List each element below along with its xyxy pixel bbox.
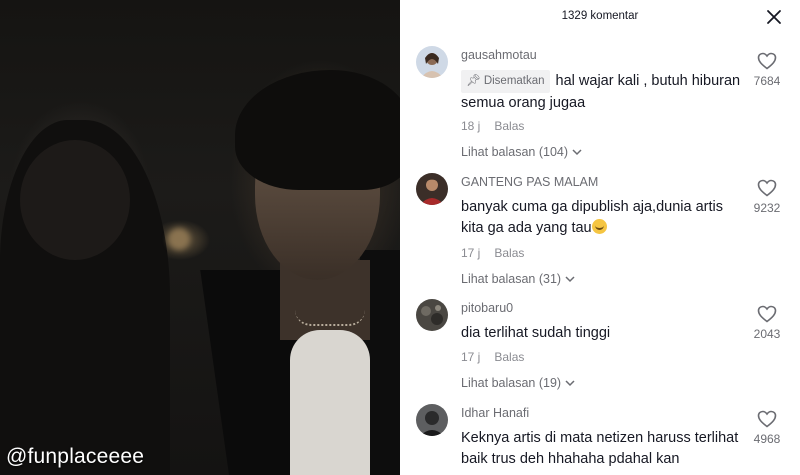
comment-text: 📌︎ Disematkan hal wajar kali , butuh hibu… <box>461 70 741 114</box>
view-replies-button[interactable]: Lihat balasan (104) <box>461 145 582 159</box>
chevron-down-icon <box>565 380 575 387</box>
comment-username[interactable]: pitobaru0 <box>461 301 513 315</box>
comment-time: 18 j <box>461 119 481 133</box>
reply-button[interactable]: Balas <box>494 246 524 260</box>
heart-icon <box>757 410 777 428</box>
view-replies-label: Lihat balasan (31) <box>461 272 562 286</box>
video-background-light <box>168 228 190 250</box>
comment-body: banyak cuma ga dipublish aja,dunia artis… <box>461 199 723 236</box>
comment-text: banyak cuma ga dipublish aja,dunia artis… <box>461 197 741 239</box>
pin-icon: 📌︎ <box>466 75 481 87</box>
like-count: 9232 <box>753 201 781 215</box>
grinning-emoji-icon <box>591 219 607 234</box>
avatar[interactable] <box>416 299 448 331</box>
comment-username[interactable]: Idhar Hanafi <box>461 406 529 420</box>
comment-meta: 17 j Balas <box>461 246 524 260</box>
view-replies-label: Lihat balasan (19) <box>461 376 562 390</box>
like-button[interactable]: 4968 <box>750 410 784 446</box>
video-watermark: @funplaceeee <box>6 445 145 468</box>
like-button[interactable]: 2043 <box>750 305 784 341</box>
video-hair <box>235 70 400 190</box>
heart-icon <box>757 179 777 197</box>
reply-button[interactable]: Balas <box>494 119 524 133</box>
video-person-left-head <box>20 140 130 260</box>
comment-body: Keknya artis di mata netizen haruss terl… <box>461 430 739 467</box>
comment-time: 17 j <box>461 246 481 260</box>
like-count: 2043 <box>753 327 781 341</box>
comments-panel: 1329 komentar gausahmotau 📌︎ Disematkan h… <box>400 0 800 475</box>
like-button[interactable]: 7684 <box>750 52 784 88</box>
comments-header: 1329 komentar <box>400 0 800 34</box>
video-necklace <box>295 310 365 326</box>
comments-count-title: 1329 komentar <box>561 10 639 22</box>
view-replies-label: Lihat balasan (104) <box>461 145 569 159</box>
chevron-down-icon <box>571 149 582 156</box>
view-replies-button[interactable]: Lihat balasan (19) <box>461 376 575 390</box>
video-shirt <box>290 330 370 475</box>
like-count: 4968 <box>753 432 781 446</box>
comment-username[interactable]: GANTENG PAS MALAM <box>461 175 598 189</box>
avatar[interactable] <box>416 46 448 78</box>
comment-time: 17 j <box>461 350 481 364</box>
avatar[interactable] <box>416 173 448 205</box>
pinned-badge: 📌︎ Disematkan <box>461 70 550 93</box>
video-frame[interactable]: @funplaceeee <box>0 0 400 475</box>
pinned-label: Disematkan <box>483 75 545 87</box>
chevron-down-icon <box>565 276 575 283</box>
avatar[interactable] <box>416 404 448 436</box>
reply-button[interactable]: Balas <box>494 350 524 364</box>
comment-text: dia terlihat sudah tinggi <box>461 323 741 344</box>
comment-text: Keknya artis di mata netizen haruss terl… <box>461 428 741 470</box>
comment-body: dia terlihat sudah tinggi <box>461 325 611 341</box>
comment-meta: 17 j Balas <box>461 350 524 364</box>
comment-meta: 18 j Balas <box>461 119 524 133</box>
like-count: 7684 <box>753 74 781 88</box>
heart-icon <box>757 52 777 70</box>
view-replies-button[interactable]: Lihat balasan (31) <box>461 272 575 286</box>
heart-icon <box>757 305 777 323</box>
comment-username[interactable]: gausahmotau <box>461 48 537 62</box>
like-button[interactable]: 9232 <box>750 179 784 215</box>
close-icon[interactable] <box>766 9 782 25</box>
